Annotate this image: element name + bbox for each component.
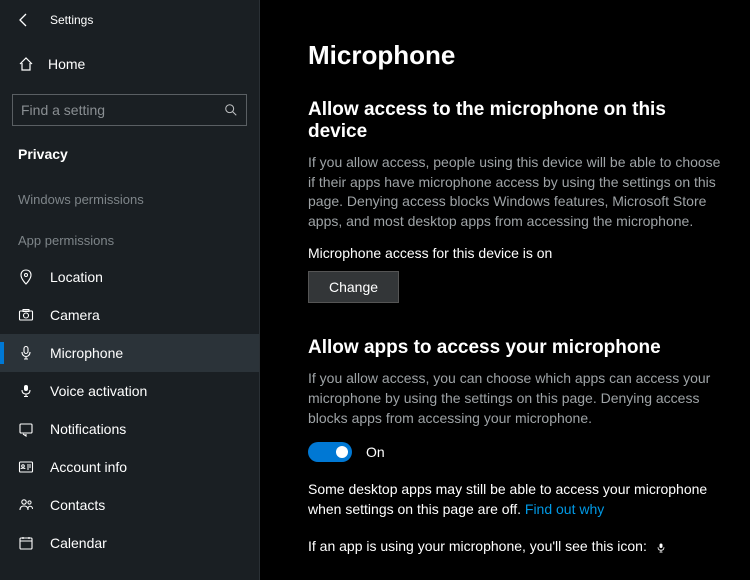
group-app-permissions: App permissions <box>0 217 259 258</box>
apps-access-toggle[interactable] <box>308 442 352 462</box>
device-access-status: Microphone access for this device is on <box>308 245 722 261</box>
find-out-why-link[interactable]: Find out why <box>525 501 604 517</box>
sidebar-item-location[interactable]: Location <box>0 258 259 296</box>
location-icon <box>18 269 34 285</box>
desktop-apps-note: Some desktop apps may still be able to a… <box>308 480 722 519</box>
sidebar-item-contacts[interactable]: Contacts <box>0 486 259 524</box>
back-arrow-icon[interactable] <box>16 12 32 28</box>
home-label: Home <box>48 56 85 72</box>
page-title: Microphone <box>308 40 722 71</box>
sidebar-item-label: Contacts <box>50 497 105 513</box>
voice-icon <box>18 383 34 399</box>
main-panel: Microphone Allow access to the microphon… <box>260 0 750 580</box>
sidebar-item-camera[interactable]: Camera <box>0 296 259 334</box>
header-row: Settings <box>0 8 259 40</box>
sidebar: Settings Home Privacy Windows permission… <box>0 0 260 580</box>
sidebar-item-label: Calendar <box>50 535 107 551</box>
microphone-indicator-icon <box>655 542 667 554</box>
sidebar-item-voice-activation[interactable]: Voice activation <box>0 372 259 410</box>
calendar-icon <box>18 535 34 551</box>
microphone-icon <box>18 345 34 361</box>
sidebar-item-label: Microphone <box>50 345 123 361</box>
section-heading-apps-access: Allow apps to access your microphone <box>308 337 722 359</box>
notifications-icon <box>18 421 34 437</box>
section-desc-device-access: If you allow access, people using this d… <box>308 153 722 231</box>
sidebar-item-calendar[interactable]: Calendar <box>0 524 259 562</box>
camera-icon <box>18 307 34 323</box>
contacts-icon <box>18 497 34 513</box>
usage-icon-note: If an app is using your microphone, you'… <box>308 537 722 557</box>
section-heading-device-access: Allow access to the microphone on this d… <box>308 99 722 143</box>
sidebar-item-account-info[interactable]: Account info <box>0 448 259 486</box>
search-icon <box>224 103 238 117</box>
change-button[interactable]: Change <box>308 271 399 303</box>
app-title: Settings <box>50 13 93 27</box>
sidebar-item-notifications[interactable]: Notifications <box>0 410 259 448</box>
sidebar-item-label: Location <box>50 269 103 285</box>
search-input[interactable] <box>21 102 224 118</box>
category-label: Privacy <box>0 138 259 176</box>
sidebar-item-microphone[interactable]: Microphone <box>0 334 259 372</box>
search-box[interactable] <box>12 94 247 126</box>
toggle-label: On <box>366 444 385 460</box>
home-button[interactable]: Home <box>12 46 247 82</box>
sidebar-item-label: Camera <box>50 307 100 323</box>
home-icon <box>18 56 34 72</box>
sidebar-item-label: Account info <box>50 459 127 475</box>
sidebar-item-label: Notifications <box>50 421 126 437</box>
group-windows-permissions: Windows permissions <box>0 176 259 217</box>
account-icon <box>18 459 34 475</box>
section-desc-apps-access: If you allow access, you can choose whic… <box>308 369 722 428</box>
sidebar-item-label: Voice activation <box>50 383 147 399</box>
